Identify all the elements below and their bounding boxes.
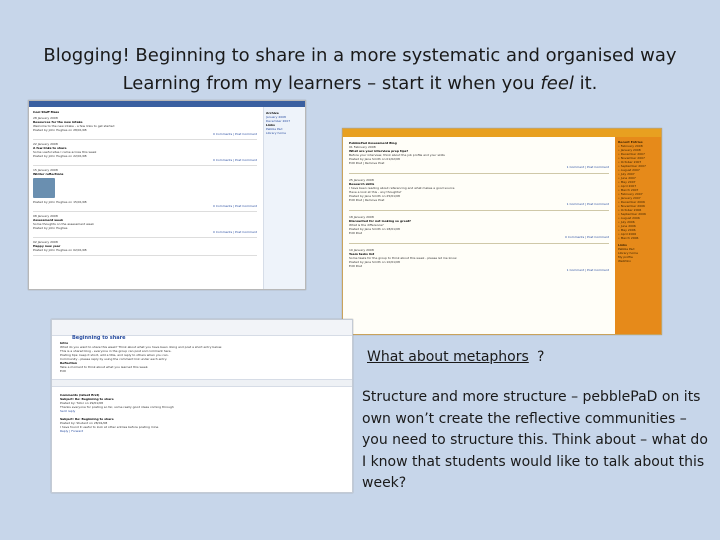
blog-post: 18 January 2008 Discounted for not lookin… xyxy=(349,215,609,239)
title-line-2-prefix: Learning from my learners – start it whe… xyxy=(122,73,541,94)
blog-post: 28 January 2008 Resources for the new int… xyxy=(33,114,257,140)
blog-screenshot-1: Cool Stuff Mass 28 January 2008 Resources… xyxy=(28,100,306,290)
archive-list: • February 2008 • January 2008 • December … xyxy=(618,144,658,240)
comment-link[interactable]: 0 Comments | Post Comment xyxy=(33,158,257,162)
comment-link[interactable]: 0 Comments | Post Comment xyxy=(33,204,257,208)
blog-screenshot-2: PebblePad Assessment Blog 01 February 20… xyxy=(342,128,662,335)
post-divider xyxy=(349,210,609,211)
discussion-intro: Intro What do you want to share this week… xyxy=(60,341,344,373)
blog-header-bar xyxy=(343,129,661,137)
discussion-title: Beginning to share xyxy=(72,335,126,341)
blog-post: 02 January 2008 Happy new year Posted by J… xyxy=(33,238,257,256)
comment-link[interactable]: 1 Comment | Post Comment xyxy=(349,268,609,272)
comment-link[interactable]: 0 Comments | Post Comment xyxy=(349,235,609,239)
thread-line[interactable]: Reply | Forward xyxy=(60,429,344,433)
blog-sidebar: Recent Entries • February 2008 • January … xyxy=(615,137,661,334)
sidebar-item[interactable]: Library home xyxy=(266,131,303,135)
title-line-2-suffix: it. xyxy=(573,73,598,94)
post-title[interactable]: Winter reflections xyxy=(33,172,257,176)
comment-link[interactable]: 0 Comments | Post Comment xyxy=(33,230,257,234)
blog-post: 25 January 2008 Research skills I have bee… xyxy=(349,178,609,206)
blog-main-column: PebblePad Assessment Blog 01 February 20… xyxy=(343,137,615,334)
links-list: Pebble Pad Library home My profile Webfolio xyxy=(618,247,658,263)
title-line-2: Learning from my learners – start it whe… xyxy=(0,70,720,98)
title-line-1: Blogging! Beginning to share in a more s… xyxy=(43,45,677,66)
blog-post: 08 January 2008 Assessment week Some thoug… xyxy=(33,212,257,238)
post-image xyxy=(33,178,55,198)
section-separator xyxy=(52,379,352,387)
body-text: Structure and more structure – pebblePaD… xyxy=(362,389,708,492)
post-divider xyxy=(349,173,609,174)
title-line-2-emphasis: feel xyxy=(540,73,574,94)
sidebar-links: Archive January 2008 December 2007 Links Peb… xyxy=(266,111,303,135)
post-text: Posted by John Hughes on 02/01/08 xyxy=(33,248,87,252)
blog-post: 22 January 2008 A few links to share Some … xyxy=(33,140,257,166)
metaphors-question-mark: ? xyxy=(537,349,545,365)
thread-line: Sent reply xyxy=(60,409,76,413)
blog-posts: 28 January 2008 Resources for the new int… xyxy=(33,114,257,256)
blog-post: 01 February 2008 What are your interview … xyxy=(349,145,609,169)
slide-title: Blogging! Beginning to share in a more s… xyxy=(0,42,720,98)
post-divider xyxy=(349,243,609,244)
discussion-body: Intro What do you want to share this week… xyxy=(52,336,352,438)
discussion-screenshot: Beginning to share Intro What do you want… xyxy=(51,319,353,493)
blog-sidebar: Archive January 2008 December 2007 Links Peb… xyxy=(263,107,305,289)
blog-posts: 01 February 2008 What are your interview … xyxy=(349,145,609,272)
comment-link[interactable]: 0 Comments | Post Comment xyxy=(33,132,257,136)
blog-main-column: Cool Stuff Mass 28 January 2008 Resources… xyxy=(29,107,261,289)
comment-thread: Subject: Re: Beginning to share Posted by… xyxy=(60,397,344,433)
metaphors-link[interactable]: What about metaphors xyxy=(367,349,529,365)
comment-link[interactable]: 1 Comment | Post Comment xyxy=(349,165,609,169)
blog-post: 10 January 2008 Team tasks list Some tasks… xyxy=(349,248,609,272)
blog-post: 15 January 2008 Winter reflections Posted … xyxy=(33,166,257,212)
metaphors-link-text[interactable]: What about metaphors xyxy=(367,349,529,365)
discussion-header: Beginning to share xyxy=(52,320,352,341)
sidebar-link[interactable]: Webfolio xyxy=(618,259,658,263)
comment-link[interactable]: 1 Comment | Post Comment xyxy=(349,202,609,206)
intro-line: Edit xyxy=(60,369,66,373)
